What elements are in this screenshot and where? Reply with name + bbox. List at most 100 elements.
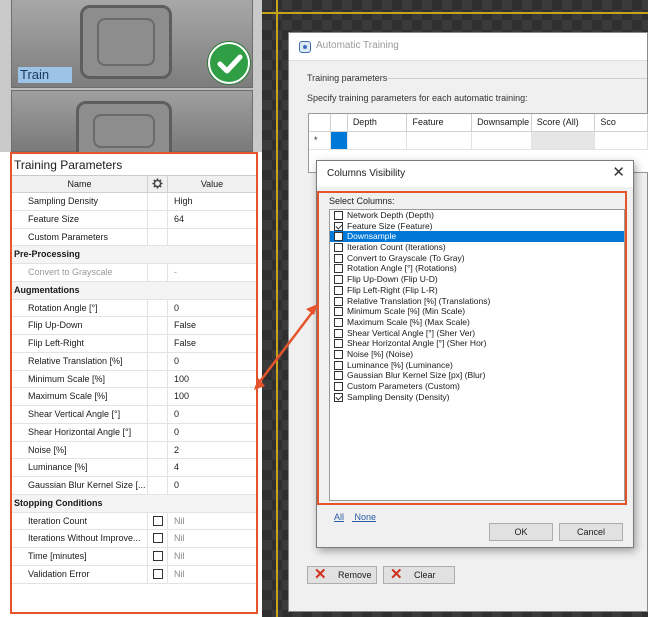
column-option[interactable]: Convert to Grayscale (To Gray): [330, 253, 624, 264]
parameter-option-cell[interactable]: [148, 530, 168, 547]
parameter-row[interactable]: Luminance [%] 4: [12, 459, 256, 477]
column-checkbox[interactable]: [334, 232, 343, 242]
parameter-value[interactable]: High: [168, 193, 256, 210]
column-option[interactable]: Shear Vertical Angle [°] (Sher Ver): [330, 328, 624, 339]
column-checkbox[interactable]: [334, 296, 343, 306]
parameter-value[interactable]: False: [168, 335, 256, 352]
close-icon[interactable]: ✕: [612, 164, 625, 182]
parameter-row[interactable]: Shear Horizontal Angle [°] 0: [12, 423, 256, 442]
column-option[interactable]: Network Depth (Depth): [330, 210, 624, 221]
column-checkbox[interactable]: [334, 211, 343, 220]
parameter-row[interactable]: Rotation Angle [°] 0: [12, 299, 256, 318]
parameter-value[interactable]: 4: [168, 459, 256, 476]
parameter-row[interactable]: Minimum Scale [%] 100: [12, 370, 256, 389]
column-option[interactable]: Gaussian Blur Kernel Size [px] (Blur): [330, 370, 624, 381]
parameter-row[interactable]: Convert to Grayscale -: [12, 264, 256, 282]
column-option[interactable]: Relative Translation [%] (Translations): [330, 296, 624, 307]
parameter-value[interactable]: Nil: [168, 566, 256, 583]
table-cell[interactable]: [348, 132, 408, 149]
column-checkbox[interactable]: [334, 392, 343, 402]
column-checkbox[interactable]: [334, 382, 343, 391]
column-checkbox[interactable]: [334, 349, 343, 359]
column-checkbox[interactable]: [334, 328, 343, 338]
table-row-new[interactable]: *: [309, 132, 648, 150]
gear-icon[interactable]: [148, 176, 168, 192]
parameter-row[interactable]: Flip Left-Right False: [12, 335, 256, 353]
column-header-score[interactable]: Sco: [595, 114, 648, 131]
parameter-value[interactable]: [168, 229, 256, 246]
remove-button[interactable]: ✕ Remove: [307, 566, 377, 584]
column-header-downsample[interactable]: Downsample: [472, 114, 532, 131]
parameter-value[interactable]: 100: [168, 388, 256, 405]
column-checkbox[interactable]: [334, 317, 343, 327]
parameter-value[interactable]: 0: [168, 477, 256, 494]
parameter-value[interactable]: 100: [168, 371, 256, 388]
section-header[interactable]: Stopping Conditions: [12, 494, 256, 513]
column-header-name[interactable]: Name: [12, 176, 148, 192]
parameter-row[interactable]: Relative Translation [%] 0: [12, 352, 256, 371]
column-option[interactable]: Minimum Scale [%] (Min Scale): [330, 306, 624, 317]
dialog-titlebar[interactable]: Columns Visibility ✕: [317, 161, 633, 187]
parameter-value[interactable]: Nil: [168, 513, 256, 530]
column-checkbox[interactable]: [334, 339, 343, 349]
column-checkbox[interactable]: [334, 307, 343, 317]
parameter-option-cell[interactable]: [148, 548, 168, 565]
table-cell[interactable]: [407, 132, 473, 149]
parameter-value[interactable]: 64: [168, 211, 256, 228]
column-option[interactable]: Maximum Scale [%] (Max Scale): [330, 317, 624, 328]
parameter-value[interactable]: False: [168, 317, 256, 334]
cancel-button[interactable]: Cancel: [559, 523, 623, 541]
parameter-value[interactable]: 0: [168, 300, 256, 317]
column-option[interactable]: Luminance [%] (Luminance): [330, 360, 624, 371]
column-checkbox[interactable]: [334, 275, 343, 285]
enable-checkbox[interactable]: [153, 568, 163, 579]
parameter-row[interactable]: Gaussian Blur Kernel Size [... 0: [12, 477, 256, 495]
parameter-value[interactable]: 0: [168, 353, 256, 370]
parameter-option-cell[interactable]: [148, 512, 168, 530]
column-header[interactable]: [331, 114, 348, 131]
column-checkbox[interactable]: [334, 221, 343, 231]
enable-checkbox[interactable]: [153, 551, 163, 561]
section-header[interactable]: Augmentations: [12, 281, 256, 300]
column-option[interactable]: Noise [%] (Noise): [330, 349, 624, 360]
parameter-row[interactable]: Maximum Scale [%] 100: [12, 388, 256, 406]
parameter-row[interactable]: Noise [%] 2: [12, 441, 256, 460]
ok-button[interactable]: OK: [489, 523, 553, 541]
thumbnail-strip[interactable]: Train ⌄: [11, 0, 253, 152]
thumbnail-item[interactable]: [11, 90, 253, 152]
parameter-row[interactable]: Feature Size 64: [12, 210, 256, 229]
select-none-link[interactable]: None: [355, 512, 377, 522]
column-option[interactable]: Iteration Count (Iterations): [330, 242, 624, 253]
parameter-option-cell[interactable]: [148, 565, 168, 583]
parameter-row[interactable]: Iterations Without Improve... Nil: [12, 530, 256, 548]
parameter-value[interactable]: Nil: [168, 548, 256, 565]
column-option[interactable]: Custom Parameters (Custom): [330, 381, 624, 392]
parameter-row[interactable]: Time [minutes] Nil: [12, 548, 256, 566]
column-checkbox[interactable]: [334, 285, 343, 295]
column-header-feature[interactable]: Feature: [407, 114, 473, 131]
section-header[interactable]: Pre-Processing: [12, 246, 256, 264]
column-option[interactable]: Feature Size (Feature): [330, 221, 624, 232]
parameter-row[interactable]: Flip Up-Down False: [12, 317, 256, 335]
column-checkbox[interactable]: [334, 371, 343, 381]
column-checkbox[interactable]: [334, 360, 343, 370]
clear-button[interactable]: ✕ Clear: [383, 566, 455, 584]
parameter-value[interactable]: 0: [168, 424, 256, 441]
column-option[interactable]: Sampling Density (Density): [330, 392, 624, 403]
column-option[interactable]: Flip Up-Down (Flip U-D): [330, 274, 624, 285]
table-cell[interactable]: [330, 132, 348, 149]
window-titlebar[interactable]: Automatic Training: [289, 33, 647, 61]
columns-checklist[interactable]: Network Depth (Depth) Feature Size (Featu…: [329, 209, 625, 501]
table-cell[interactable]: [472, 132, 532, 149]
column-checkbox[interactable]: [334, 253, 343, 263]
parameter-row[interactable]: Shear Vertical Angle [°] 0: [12, 406, 256, 424]
parameter-row[interactable]: Custom Parameters: [12, 228, 256, 247]
column-option[interactable]: Flip Left-Right (Flip L-R): [330, 285, 624, 296]
thumbnail-train[interactable]: Train: [11, 0, 253, 88]
parameter-row[interactable]: Validation Error Nil: [12, 565, 256, 584]
column-option[interactable]: Downsample: [330, 231, 624, 243]
column-checkbox[interactable]: [334, 264, 343, 274]
parameter-value[interactable]: Nil: [168, 530, 256, 547]
column-header[interactable]: [309, 114, 331, 131]
select-all-link[interactable]: All: [334, 512, 344, 522]
